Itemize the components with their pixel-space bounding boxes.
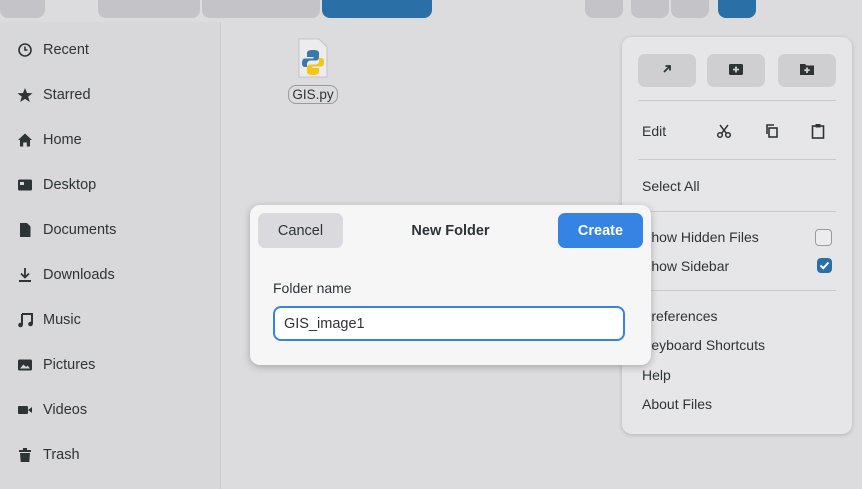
- folder-name-label: Folder name: [273, 280, 352, 296]
- sidebar-item-label: Trash: [43, 447, 80, 463]
- sidebar-item-starred[interactable]: Starred: [0, 75, 220, 115]
- menu-separator: [638, 211, 836, 212]
- file-name: GIS.py: [288, 85, 338, 104]
- trash-icon: [17, 447, 33, 463]
- new-window-icon: [728, 62, 744, 79]
- folder-name-input[interactable]: [273, 306, 625, 341]
- path-segment-current[interactable]: [322, 0, 432, 18]
- desktop-icon: [17, 177, 33, 193]
- sidebar-item-label: Downloads: [43, 267, 115, 283]
- sidebar-item-downloads[interactable]: Downloads: [0, 255, 220, 295]
- sidebar-item-label: Desktop: [43, 177, 97, 193]
- sidebar-item-label: Videos: [43, 402, 88, 418]
- music-icon: [17, 312, 33, 328]
- download-icon: [17, 267, 33, 283]
- sidebar-item-label: Starred: [43, 87, 91, 103]
- main-menu-popover: Edit Select All Show Hidden Files Show S…: [622, 37, 852, 434]
- show-hidden-files-checkbox[interactable]: [815, 229, 832, 246]
- menu-item-show-hidden-files[interactable]: Show Hidden Files: [642, 229, 759, 245]
- menu-separator: [638, 290, 836, 291]
- sidebar-item-music[interactable]: Music: [0, 300, 220, 340]
- copy-icon[interactable]: [762, 121, 782, 141]
- sidebar: Recent Starred Home Desktop Documents Do…: [0, 22, 221, 489]
- menu-separator: [638, 159, 836, 160]
- picture-icon: [17, 357, 33, 373]
- new-folder-button[interactable]: [778, 54, 836, 87]
- path-segment[interactable]: [98, 0, 200, 18]
- home-icon: [17, 132, 33, 148]
- file-item[interactable]: GIS.py: [283, 38, 343, 104]
- search-button[interactable]: [585, 0, 623, 18]
- main-menu-button[interactable]: [718, 0, 756, 18]
- sidebar-item-videos[interactable]: Videos: [0, 390, 220, 430]
- clock-icon: [17, 42, 33, 58]
- view-toggle-button[interactable]: [631, 0, 669, 18]
- sidebar-item-label: Documents: [43, 222, 117, 238]
- checkmark-icon: [819, 261, 830, 270]
- header-back-button[interactable]: [0, 0, 45, 18]
- new-folder-dialog: Cancel New Folder Create Folder name: [250, 205, 651, 365]
- view-options-button[interactable]: [671, 0, 709, 18]
- star-icon: [17, 87, 33, 103]
- python-file-icon: [297, 38, 329, 78]
- paste-icon[interactable]: [808, 121, 828, 141]
- header-bar: [0, 0, 862, 22]
- sidebar-item-label: Recent: [43, 42, 89, 58]
- create-button[interactable]: Create: [558, 213, 643, 248]
- menu-separator: [638, 100, 836, 101]
- sidebar-item-label: Music: [43, 312, 81, 328]
- menu-item-preferences[interactable]: Preferences: [642, 308, 717, 324]
- sidebar-item-desktop[interactable]: Desktop: [0, 165, 220, 205]
- sidebar-item-label: Pictures: [43, 357, 96, 373]
- path-segment[interactable]: [202, 0, 320, 18]
- edit-label: Edit: [642, 123, 667, 139]
- menu-item-about[interactable]: About Files: [642, 396, 712, 412]
- sidebar-item-documents[interactable]: Documents: [0, 210, 220, 250]
- sidebar-item-recent[interactable]: Recent: [0, 30, 220, 70]
- open-external-icon: [660, 62, 674, 79]
- menu-item-select-all[interactable]: Select All: [642, 178, 700, 194]
- new-window-button[interactable]: [707, 54, 765, 87]
- sidebar-item-pictures[interactable]: Pictures: [0, 345, 220, 385]
- sidebar-item-home[interactable]: Home: [0, 120, 220, 160]
- sidebar-item-trash[interactable]: Trash: [0, 435, 220, 475]
- menu-item-help[interactable]: Help: [642, 367, 671, 383]
- sidebar-item-label: Home: [43, 132, 82, 148]
- show-sidebar-checkbox[interactable]: [817, 258, 832, 273]
- new-folder-icon: [799, 62, 815, 79]
- cut-icon[interactable]: [714, 121, 734, 141]
- menu-item-keyboard-shortcuts[interactable]: Keyboard Shortcuts: [642, 337, 765, 353]
- document-icon: [17, 222, 33, 238]
- menu-item-show-sidebar[interactable]: Show Sidebar: [642, 258, 729, 274]
- open-external-button[interactable]: [638, 54, 696, 87]
- video-icon: [17, 402, 33, 418]
